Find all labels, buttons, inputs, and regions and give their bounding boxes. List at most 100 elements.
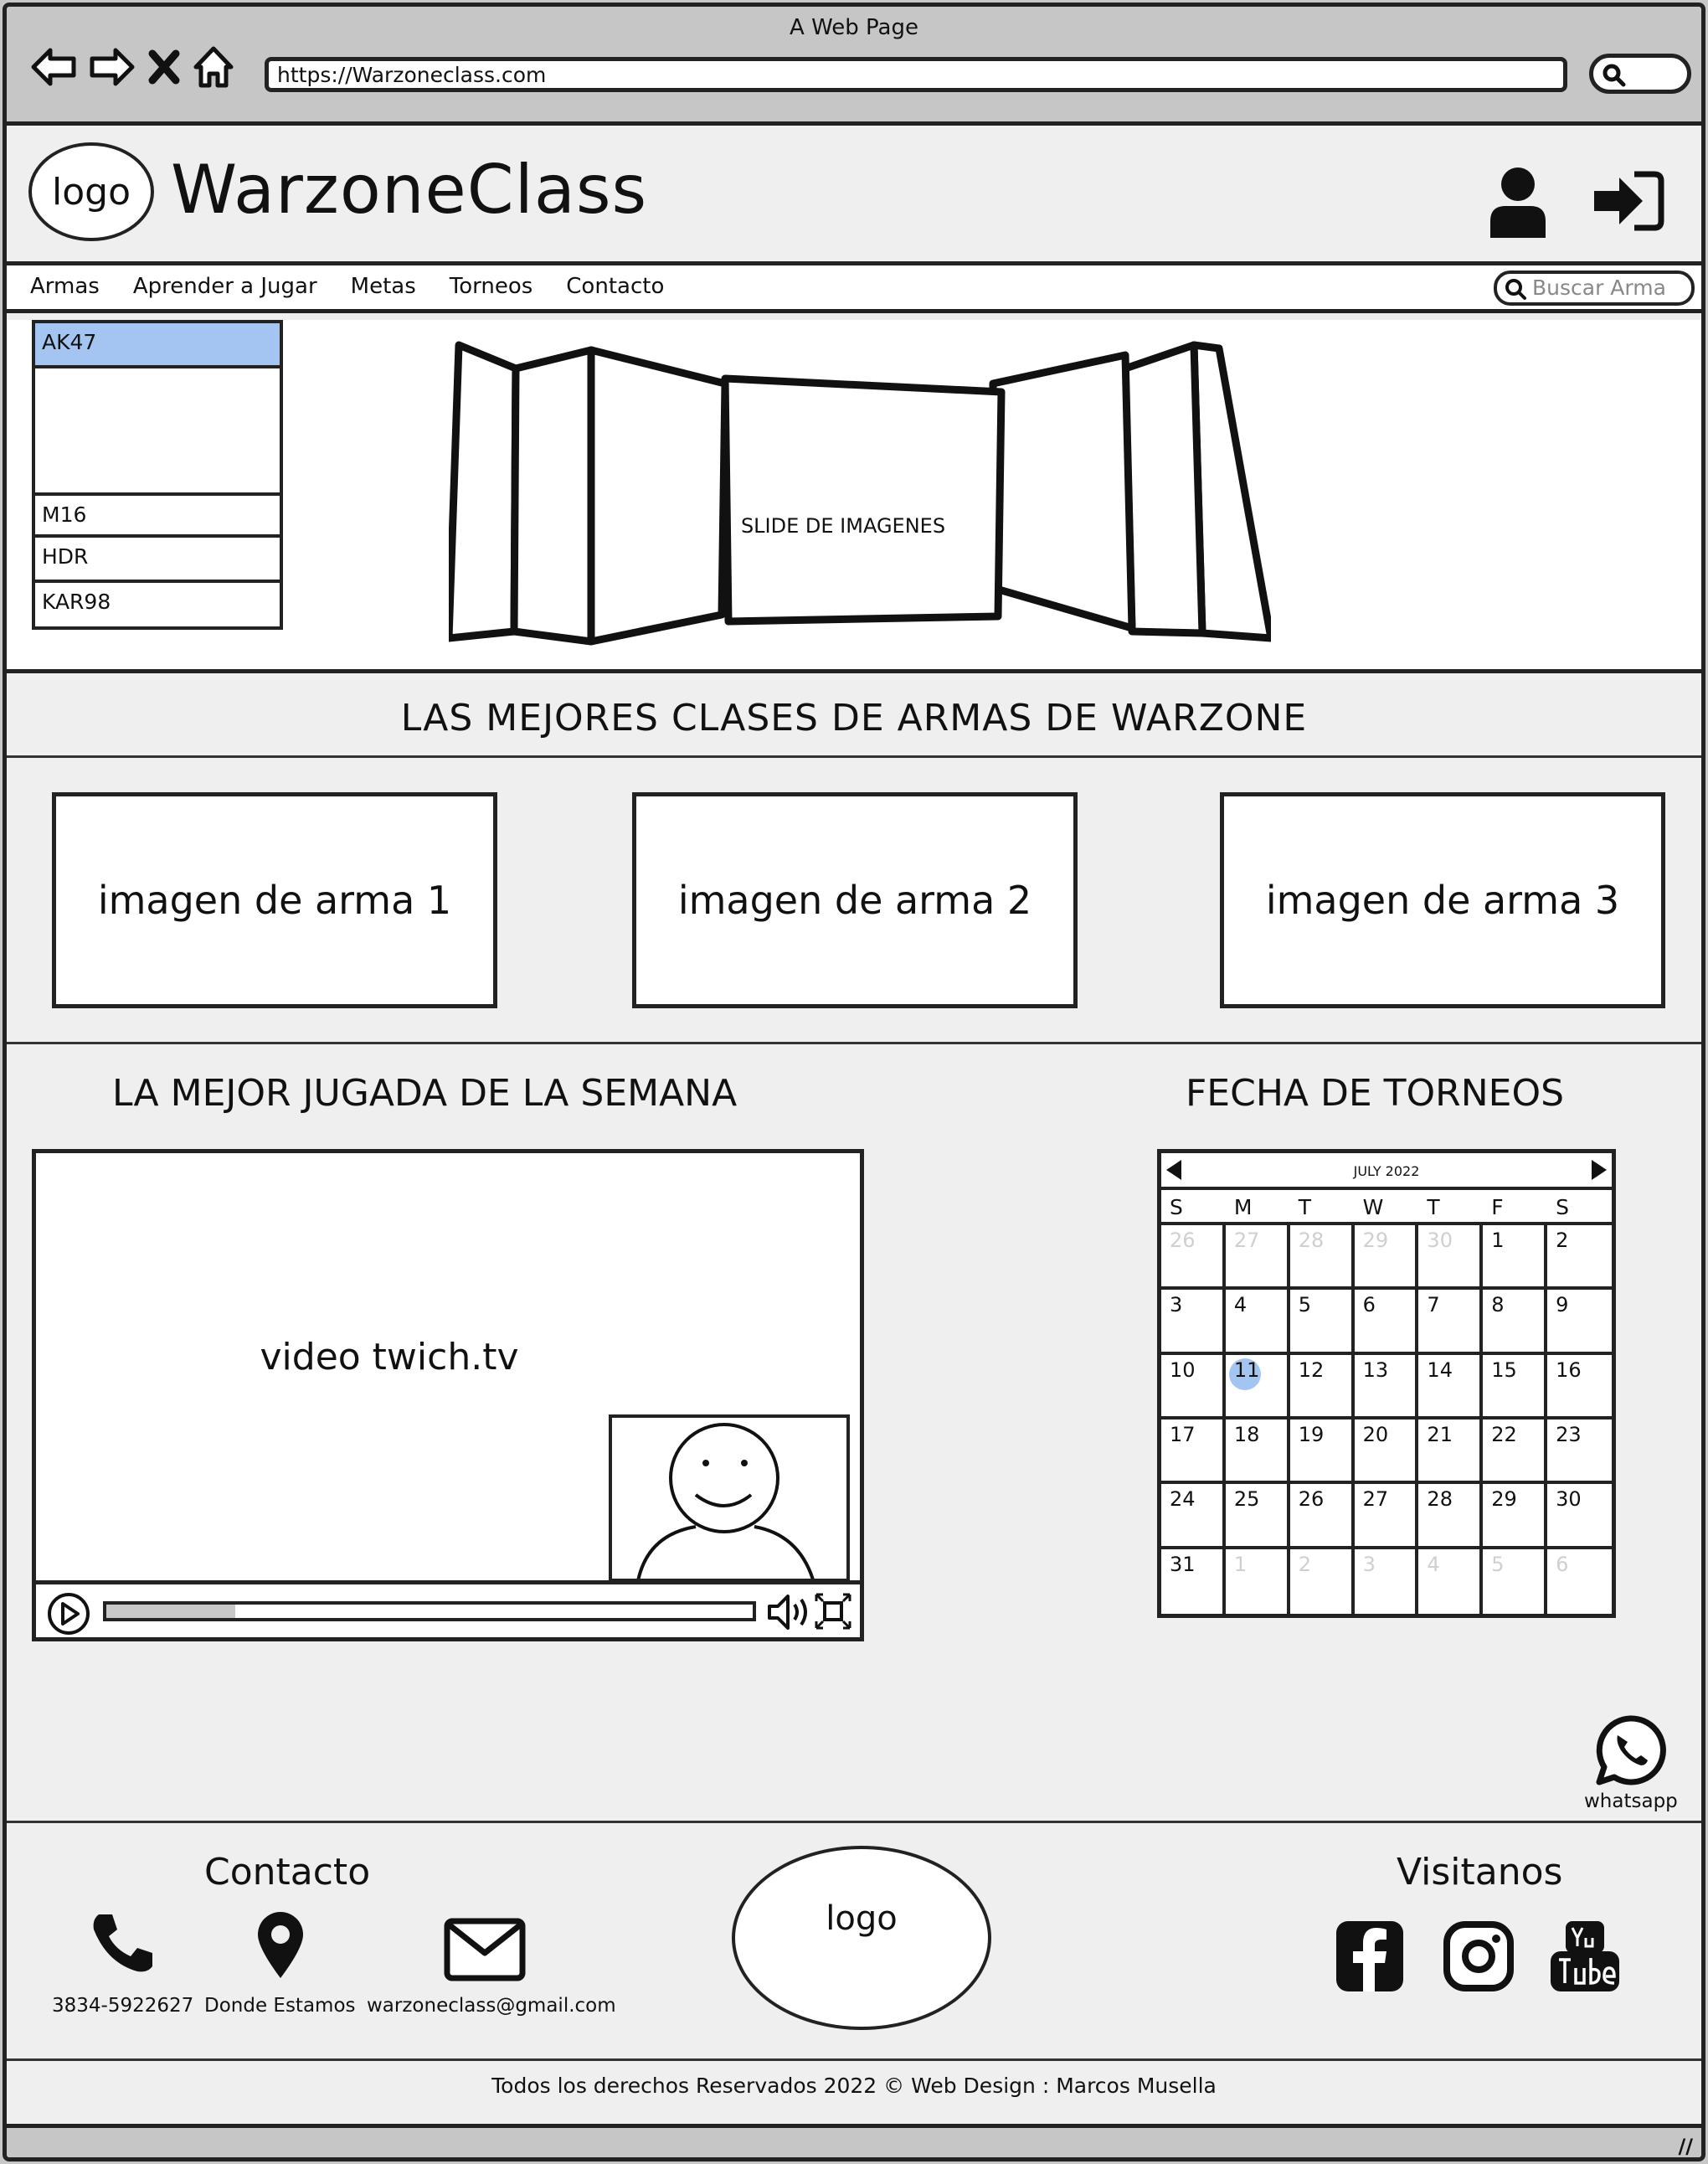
calendar-day[interactable]: 1 (1226, 1548, 1290, 1614)
calendar-day[interactable]: 26 (1161, 1225, 1226, 1291)
video-progress-bar[interactable] (103, 1601, 756, 1621)
youtube-icon[interactable] (1551, 1921, 1619, 1991)
calendar-day[interactable]: 16 (1547, 1355, 1612, 1419)
calendar-day[interactable]: 28 (1418, 1484, 1484, 1549)
calendar-day[interactable]: 6 (1547, 1549, 1612, 1614)
calendar-day[interactable]: 18 (1225, 1419, 1290, 1485)
calendar-prev-icon[interactable] (1166, 1160, 1181, 1180)
calendar-day-number: 28 (1298, 1229, 1325, 1252)
volume-icon[interactable] (766, 1593, 810, 1631)
calendar-day[interactable]: 9 (1547, 1290, 1612, 1355)
calendar-day[interactable]: 8 (1483, 1290, 1548, 1355)
main-nav: Armas Aprender a Jugar Metas Torneos Con… (7, 261, 1701, 313)
nav-contacto[interactable]: Contacto (566, 274, 664, 299)
calendar-day[interactable]: 30 (1547, 1484, 1612, 1549)
calendar-day[interactable]: 31 (1161, 1548, 1226, 1614)
facebook-icon[interactable] (1336, 1921, 1403, 1991)
footer-location[interactable]: Donde Estamos (204, 1995, 356, 2017)
calendar-day-number: 5 (1491, 1552, 1505, 1576)
calendar-day[interactable]: 30 (1418, 1225, 1484, 1291)
play-icon[interactable] (46, 1591, 91, 1636)
calendar-day[interactable]: 27 (1354, 1484, 1419, 1549)
image-slider[interactable]: SLIDE DE IMAGENES (445, 338, 1275, 657)
calendar-day[interactable]: 7 (1418, 1290, 1484, 1355)
calendar-next-icon[interactable] (1592, 1160, 1607, 1180)
nav-armas[interactable]: Armas (30, 274, 100, 299)
calendar-day[interactable]: 20 (1354, 1419, 1419, 1485)
weapon-card-2[interactable]: imagen de arma 2 (632, 792, 1078, 1008)
window-title: A Web Page (790, 15, 918, 40)
weapon-list-item[interactable]: HDR (35, 538, 280, 583)
footer-logo[interactable]: logo (732, 1846, 991, 2030)
calendar-day[interactable]: 4 (1418, 1548, 1484, 1614)
stop-icon[interactable] (147, 44, 181, 90)
sign-in-icon[interactable] (1591, 169, 1666, 233)
calendar-day[interactable]: 21 (1418, 1419, 1484, 1485)
calendar-day-number: 20 (1362, 1423, 1389, 1446)
calendar-day-number: 22 (1491, 1423, 1517, 1446)
calendar-day[interactable]: 19 (1289, 1419, 1355, 1485)
calendar-day[interactable]: 14 (1418, 1354, 1484, 1419)
calendar-day[interactable]: 12 (1289, 1354, 1355, 1419)
nav-torneos[interactable]: Torneos (450, 274, 533, 299)
browser-search[interactable] (1589, 54, 1691, 94)
calendar-day[interactable]: 29 (1354, 1225, 1419, 1291)
calendar-day-number: 7 (1427, 1293, 1440, 1317)
calendar-day[interactable]: 3 (1355, 1548, 1419, 1614)
weapon-list-item[interactable]: M16 (35, 492, 280, 538)
nav-metas[interactable]: Metas (351, 274, 416, 299)
user-icon[interactable] (1487, 166, 1549, 238)
calendar-day[interactable]: 6 (1354, 1290, 1419, 1355)
site-brand[interactable]: WarzoneClass (171, 151, 647, 229)
calendar-day-number: 3 (1170, 1293, 1183, 1317)
calendar-day-number: 9 (1556, 1293, 1569, 1317)
calendar-day-today[interactable]: 11 (1225, 1354, 1290, 1419)
weapon-search-input[interactable]: Buscar Arma (1494, 270, 1695, 306)
calendar-day[interactable]: 13 (1354, 1354, 1419, 1419)
calendar-day[interactable]: 5 (1483, 1548, 1548, 1614)
weapon-list-item-selected[interactable]: AK47 (35, 323, 280, 368)
web-page: logo WarzoneClass Armas Aprender a Jugar… (7, 126, 1701, 2136)
forward-arrow-icon[interactable] (89, 44, 136, 90)
footer-phone[interactable]: 3834-5922627 (52, 1995, 193, 2017)
calendar-day[interactable]: 23 (1547, 1419, 1612, 1485)
calendar-day[interactable]: 15 (1483, 1354, 1548, 1419)
calendar-day[interactable]: 17 (1161, 1419, 1226, 1485)
calendar-day[interactable]: 2 (1547, 1225, 1612, 1291)
email-icon[interactable] (444, 1918, 526, 1981)
phone-icon[interactable] (87, 1909, 162, 1976)
back-arrow-icon[interactable] (30, 44, 77, 90)
weapon-card-3[interactable]: imagen de arma 3 (1220, 792, 1665, 1008)
fullscreen-icon[interactable] (813, 1591, 853, 1631)
calendar-day[interactable]: 3 (1161, 1290, 1226, 1355)
calendar-day[interactable]: 4 (1225, 1290, 1290, 1355)
calendar-weekday: T (1298, 1195, 1311, 1219)
header-logo[interactable]: logo (28, 142, 154, 241)
calendar-day[interactable]: 26 (1289, 1484, 1355, 1549)
instagram-icon[interactable] (1443, 1921, 1514, 1991)
resize-grip-icon[interactable]: // (1678, 2135, 1693, 2157)
address-bar[interactable]: https://Warzoneclass.com (265, 57, 1567, 92)
calendar-day[interactable]: 29 (1483, 1484, 1548, 1549)
calendar-day[interactable]: 2 (1290, 1548, 1355, 1614)
weapon-list-item[interactable]: KAR98 (35, 583, 280, 628)
calendar-day[interactable]: 28 (1289, 1225, 1355, 1291)
footer-divider (7, 2058, 1701, 2061)
weapon-card-1[interactable]: imagen de arma 1 (52, 792, 497, 1008)
video-progress-fill (106, 1605, 236, 1618)
calendar-day[interactable]: 22 (1483, 1419, 1548, 1485)
calendar-day[interactable]: 10 (1161, 1354, 1226, 1419)
best-classes-title: LAS MEJORES CLASES DE ARMAS DE WARZONE (400, 697, 1308, 739)
calendar-day[interactable]: 1 (1483, 1225, 1548, 1291)
location-pin-icon[interactable] (255, 1909, 306, 1980)
calendar-day[interactable]: 27 (1225, 1225, 1290, 1291)
whatsapp-button[interactable]: whatsapp (1584, 1713, 1678, 1812)
video-player[interactable]: video twich.tv (32, 1149, 864, 1641)
calendar-day[interactable]: 25 (1225, 1484, 1290, 1549)
home-icon[interactable] (193, 44, 234, 90)
footer-email[interactable]: warzoneclass@gmail.com (367, 1995, 616, 2017)
calendar-day[interactable]: 24 (1161, 1484, 1226, 1549)
calendar-day-number: 26 (1170, 1229, 1196, 1252)
calendar-day[interactable]: 5 (1289, 1290, 1355, 1355)
nav-aprender-a-jugar[interactable]: Aprender a Jugar (133, 274, 317, 299)
